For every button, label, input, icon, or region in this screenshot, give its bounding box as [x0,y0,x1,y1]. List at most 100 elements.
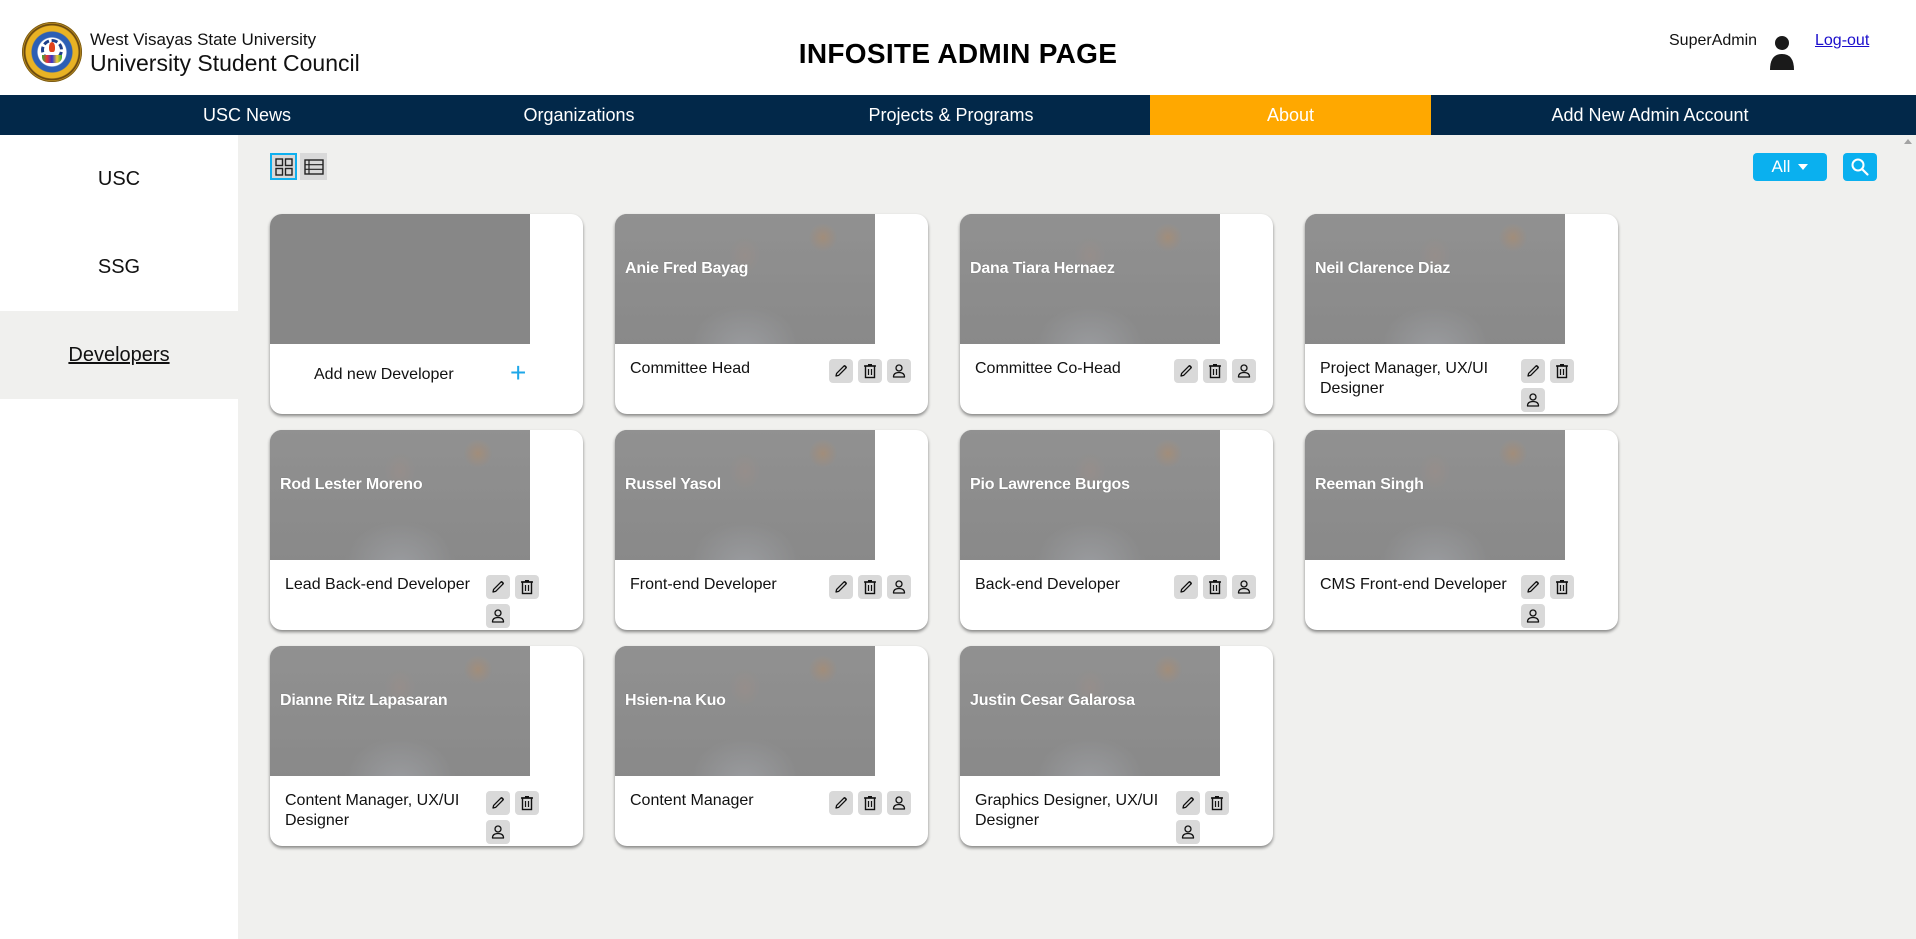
edit-button[interactable] [1174,359,1198,383]
sidebar-item-ssg[interactable]: SSG [0,223,238,311]
developer-role: Content Manager, UX/UI Designer [285,792,460,829]
edit-button[interactable] [486,575,510,599]
nav-organizations[interactable]: Organizations [494,95,664,135]
list-view-button[interactable] [300,153,327,180]
card-actions [1174,359,1264,383]
scrollbar-up-arrow[interactable] [1904,139,1912,144]
card-actions [829,359,919,383]
trash-icon [1211,796,1223,811]
card-actions [829,575,919,599]
header: West Visayas State University University… [0,0,1916,95]
edit-button[interactable] [829,575,853,599]
photo-overlay [960,646,1220,776]
nav-add-admin-account[interactable]: Add New Admin Account [1520,95,1780,135]
photo-overlay [270,646,530,776]
developer-name: Russel Yasol [625,476,722,493]
person-outline-icon [1181,825,1195,839]
nav-projects-programs[interactable]: Projects & Programs [846,95,1056,135]
grid-view-button[interactable] [270,153,297,180]
add-developer-card[interactable]: Add new Developer + [270,214,583,414]
admin-username: SuperAdmin [1669,32,1758,49]
person-outline-icon [892,796,906,810]
delete-button[interactable] [1550,359,1574,383]
person-outline-icon [491,609,505,623]
caret-down-icon [1798,164,1809,170]
edit-button[interactable] [829,359,853,383]
profile-button[interactable] [887,575,911,599]
search-icon [1851,158,1869,176]
developer-role: Committee Co-Head [975,360,1121,377]
profile-button[interactable] [1176,820,1200,844]
profile-button[interactable] [486,604,510,628]
delete-button[interactable] [515,575,539,599]
edit-button[interactable] [1521,359,1545,383]
profile-button[interactable] [1521,388,1545,412]
user-icon[interactable] [1768,34,1796,72]
profile-button[interactable] [1521,604,1545,628]
card-actions [829,791,919,815]
developer-name: Justin Cesar Galarosa [970,692,1135,709]
trash-icon [864,796,876,811]
developer-name: Dianne Ritz Lapasaran [280,692,448,709]
sidebar-item-developers[interactable]: Developers [0,311,238,399]
person-outline-icon [1526,609,1540,623]
nav-about[interactable]: About [1150,95,1431,135]
pencil-icon [1180,581,1192,593]
edit-button[interactable] [829,791,853,815]
profile-button[interactable] [1232,575,1256,599]
delete-button[interactable] [1203,359,1227,383]
developer-role: Front-end Developer [630,576,777,593]
pencil-icon [1527,581,1539,593]
developer-card: Neil Clarence Diaz Project Manager, UX/U… [1305,214,1618,414]
person-outline-icon [1526,393,1540,407]
profile-button[interactable] [887,359,911,383]
add-developer-label[interactable]: Add new Developer [314,366,454,384]
developer-photo: Neil Clarence Diaz [1305,214,1565,344]
developer-card: Justin Cesar Galarosa Graphics Designer,… [960,646,1273,846]
developer-photo: Anie Fred Bayag [615,214,875,344]
delete-button[interactable] [1203,575,1227,599]
photo-overlay [615,430,875,560]
edit-button[interactable] [1176,791,1200,815]
developer-name: Hsien-na Kuo [625,692,726,709]
developer-photo: Russel Yasol [615,430,875,560]
developer-card: Reeman Singh CMS Front-end Developer [1305,430,1618,630]
edit-button[interactable] [486,791,510,815]
trash-icon [1209,364,1221,379]
profile-button[interactable] [887,791,911,815]
logout-link[interactable]: Log-out [1815,32,1869,50]
developer-name: Anie Fred Bayag [625,260,749,277]
person-outline-icon [1237,580,1251,594]
delete-button[interactable] [1550,575,1574,599]
nav-usc-news[interactable]: USC News [172,95,322,135]
profile-button[interactable] [1232,359,1256,383]
trash-icon [521,796,533,811]
delete-button[interactable] [858,359,882,383]
developer-role: Back-end Developer [975,576,1120,593]
card-actions [1521,575,1577,628]
developer-role: Lead Back-end Developer [285,576,471,593]
plus-icon[interactable]: + [510,358,526,388]
filter-value: All [1771,157,1791,176]
trash-icon [1556,580,1568,595]
filter-dropdown[interactable]: All [1753,153,1827,181]
developer-photo: Reeman Singh [1305,430,1565,560]
search-button[interactable] [1843,153,1877,181]
person-outline-icon [1237,364,1251,378]
photo-overlay [960,214,1220,344]
card-actions [1521,359,1577,412]
card-actions [486,575,542,628]
profile-button[interactable] [486,820,510,844]
developer-photo: Pio Lawrence Burgos [960,430,1220,560]
delete-button[interactable] [1205,791,1229,815]
edit-button[interactable] [1521,575,1545,599]
delete-button[interactable] [515,791,539,815]
person-outline-icon [892,364,906,378]
photo-overlay [960,430,1220,560]
sidebar-item-usc[interactable]: USC [0,135,238,223]
pencil-icon [835,581,847,593]
delete-button[interactable] [858,791,882,815]
pencil-icon [492,581,504,593]
delete-button[interactable] [858,575,882,599]
edit-button[interactable] [1174,575,1198,599]
